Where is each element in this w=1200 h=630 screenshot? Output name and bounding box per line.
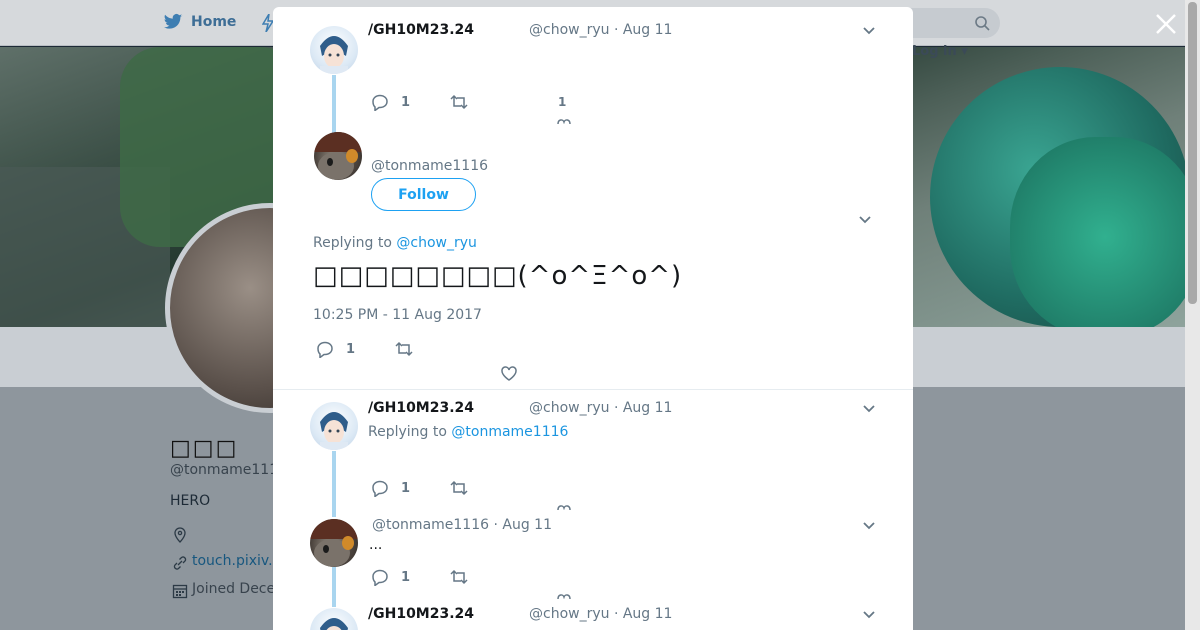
scrollbar-thumb[interactable] xyxy=(1188,2,1197,304)
retweet-icon[interactable] xyxy=(450,93,468,111)
like-count: 1 xyxy=(558,95,567,109)
nav-home-link[interactable]: Home xyxy=(163,12,236,32)
retweet-icon[interactable] xyxy=(395,340,413,358)
calendar-icon xyxy=(172,584,188,599)
reply-button[interactable]: 1 xyxy=(371,568,410,586)
reply-icon xyxy=(372,569,388,586)
heart-icon[interactable] xyxy=(557,504,571,510)
replying-to-link[interactable]: @tonmame1116 xyxy=(451,424,568,440)
tweet-handle-date[interactable]: @chow_ryu · Aug 11 xyxy=(529,22,672,38)
close-icon[interactable] xyxy=(1152,10,1180,38)
reply-icon xyxy=(372,480,388,497)
thread-connector-line xyxy=(332,451,336,517)
avatar[interactable] xyxy=(310,402,358,450)
tweet-handle-date[interactable]: @tonmame1116 · Aug 11 xyxy=(372,517,552,533)
nav-home-label: Home xyxy=(191,14,237,30)
profile-website-link[interactable]: touch.pixiv. xyxy=(192,553,273,569)
avatar[interactable] xyxy=(310,26,358,74)
reply-icon xyxy=(317,341,333,358)
reply-button[interactable]: 1 xyxy=(371,479,410,497)
divider xyxy=(273,389,913,390)
retweet-icon[interactable] xyxy=(450,568,468,586)
chevron-down-icon[interactable] xyxy=(862,26,876,36)
thread-connector-line xyxy=(332,567,336,607)
retweet-icon[interactable] xyxy=(450,479,468,497)
tweet-author-name[interactable]: /GH10M23.24 xyxy=(368,22,474,38)
profile-joined-date: Joined Dece xyxy=(192,581,276,597)
avatar[interactable] xyxy=(310,608,358,630)
tweet-author-name[interactable]: /GH10M23.24 xyxy=(368,400,474,416)
tweet-author-handle[interactable]: @tonmame1116 xyxy=(371,158,488,174)
follow-button[interactable]: Follow xyxy=(371,178,476,211)
location-icon xyxy=(174,527,186,543)
avatar[interactable] xyxy=(310,519,358,567)
search-icon xyxy=(975,16,990,31)
reply-count: 1 xyxy=(346,341,356,357)
profile-name: □□□ xyxy=(170,436,239,461)
reply-button[interactable]: 1 xyxy=(316,340,355,358)
avatar[interactable] xyxy=(314,132,362,180)
reply-icon xyxy=(372,94,388,111)
chevron-down-icon[interactable] xyxy=(862,521,876,531)
profile-bio: HERO xyxy=(170,493,211,509)
tweet-author-name[interactable]: /GH10M23.24 xyxy=(368,606,474,622)
heart-icon[interactable] xyxy=(557,118,571,124)
tweet-text: ... xyxy=(369,537,383,553)
twitter-bird-icon xyxy=(163,14,183,29)
tweet-timestamp[interactable]: 10:25 PM - 11 Aug 2017 xyxy=(313,307,482,323)
chevron-down-icon[interactable] xyxy=(862,404,876,414)
replying-to-link[interactable]: @chow_ryu xyxy=(396,235,477,251)
reply-count: 1 xyxy=(401,480,411,496)
replying-to-text: Replying to @chow_ryu xyxy=(313,235,477,251)
tweet-text: □□□□□□□□(^o^Ξ^o^) xyxy=(313,261,683,291)
heart-icon[interactable] xyxy=(557,593,571,599)
tweet-handle-date[interactable]: @chow_ryu · Aug 11 xyxy=(529,400,672,416)
chevron-down-icon[interactable] xyxy=(858,215,872,225)
heart-icon[interactable] xyxy=(500,364,518,382)
tweet-conversation-modal: /GH10M23.24 @chow_ryu · Aug 11 1 1 @tonm… xyxy=(273,7,913,630)
reply-count: 1 xyxy=(401,94,411,110)
reply-button[interactable]: 1 xyxy=(371,93,410,111)
link-icon xyxy=(173,556,187,570)
login-link[interactable]: Log in ▾ xyxy=(912,44,968,59)
thread-connector-line xyxy=(332,75,336,133)
chevron-down-icon[interactable] xyxy=(862,610,876,620)
tweet-handle-date[interactable]: @chow_ryu · Aug 11 xyxy=(529,606,672,622)
profile-handle: @tonmame1116 xyxy=(170,462,288,478)
replying-to-text: Replying to @tonmame1116 xyxy=(368,424,569,440)
reply-count: 1 xyxy=(401,569,411,585)
